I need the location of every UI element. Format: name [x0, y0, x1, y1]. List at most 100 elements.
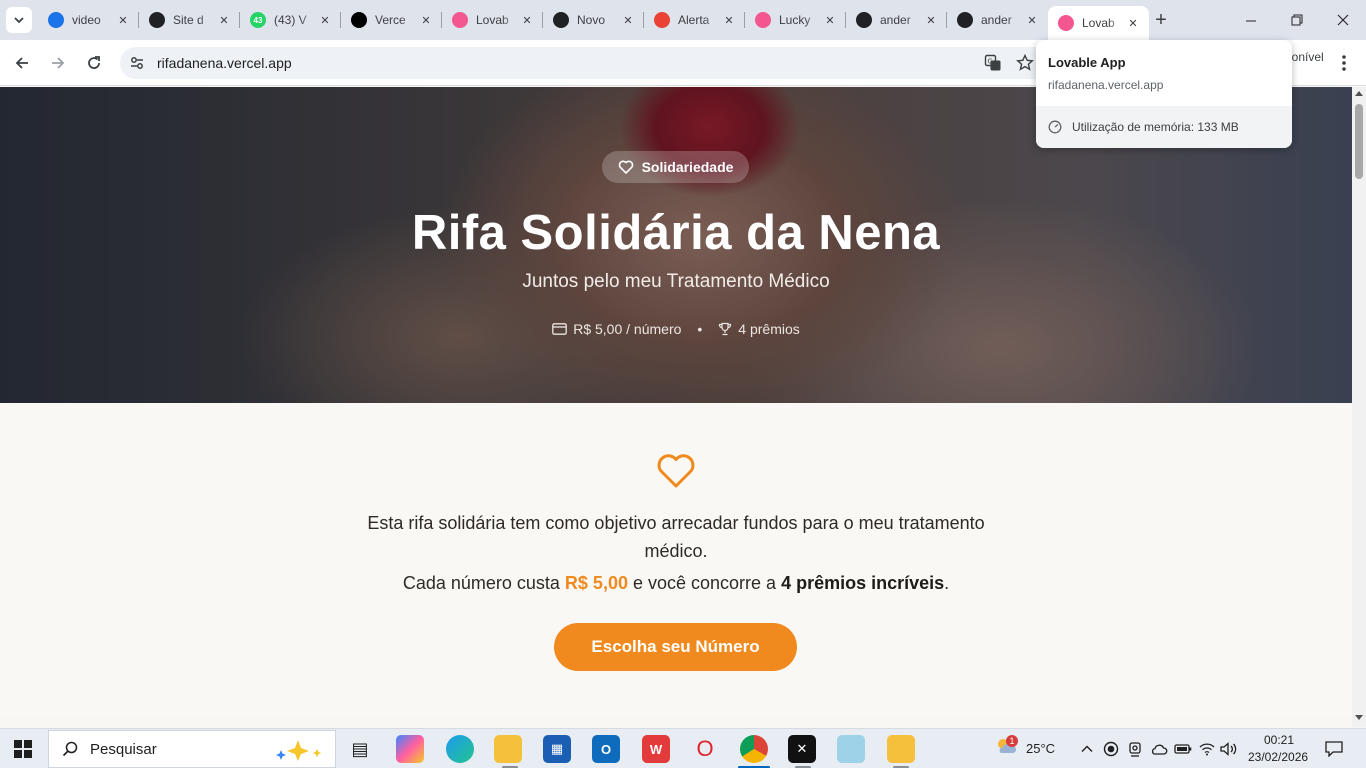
- tab-title: Verce: [375, 13, 406, 27]
- close-tab-icon[interactable]: ✕: [519, 12, 535, 28]
- volume-icon[interactable]: [1220, 740, 1238, 758]
- edge-icon[interactable]: [446, 735, 474, 763]
- translate-icon[interactable]: G: [984, 54, 1002, 72]
- search-icon: [62, 741, 78, 757]
- scroll-down-arrow-icon[interactable]: [1355, 715, 1363, 720]
- tab-title: Alerta: [678, 13, 710, 27]
- close-icon: [1337, 14, 1349, 26]
- taskbar-search[interactable]: Pesquisar: [48, 730, 336, 768]
- minimize-button[interactable]: [1228, 0, 1274, 40]
- copilot-icon[interactable]: [396, 735, 424, 763]
- tab-hover-card: Lovable App rifadanena.vercel.app Utiliz…: [1036, 40, 1292, 148]
- browser-menu-button[interactable]: [1334, 50, 1354, 76]
- page-title: Rifa Solidária da Nena: [411, 206, 941, 260]
- tab-search-button[interactable]: [6, 7, 32, 33]
- chevron-down-icon: [14, 17, 24, 24]
- scroll-thumb[interactable]: [1355, 104, 1363, 179]
- browser-tab[interactable]: Lovab ✕: [1048, 6, 1149, 40]
- browser-tab[interactable]: Verce ✕: [341, 6, 442, 34]
- close-tab-icon[interactable]: ✕: [418, 12, 434, 28]
- clock-time[interactable]: 00:21: [1264, 733, 1294, 747]
- folder-app-icon[interactable]: [887, 735, 915, 763]
- heart-outline-icon: [618, 160, 633, 174]
- chrome-icon[interactable]: [740, 735, 768, 763]
- tab-title: (43) V: [274, 13, 307, 27]
- intro-price-value: R$ 5,00: [564, 573, 628, 593]
- close-tab-icon[interactable]: ✕: [923, 12, 939, 28]
- close-tab-icon[interactable]: ✕: [721, 12, 737, 28]
- bookmark-star-icon[interactable]: [1016, 54, 1034, 72]
- record-icon[interactable]: [1102, 740, 1120, 758]
- restore-icon: [1291, 14, 1303, 26]
- more-vertical-icon: [1342, 55, 1346, 71]
- page-scrollbar[interactable]: [1352, 87, 1366, 727]
- arrow-left-icon: [15, 57, 28, 69]
- solidarity-badge: Solidariedade: [602, 151, 749, 183]
- browser-tab[interactable]: video ✕: [38, 6, 139, 34]
- browser-tab[interactable]: Site d ✕: [139, 6, 240, 34]
- address-bar[interactable]: rifadanena.vercel.app G: [120, 47, 1050, 79]
- webcam-icon[interactable]: [1126, 740, 1144, 758]
- chatgpt-icon: [149, 12, 165, 28]
- intro-description: Esta rifa solidária tem como objetivo ar…: [367, 513, 985, 561]
- hover-card-title: Lovable App: [1048, 55, 1126, 70]
- tab-title: Lovab: [1082, 16, 1115, 30]
- browser-tab[interactable]: Lovab ✕: [442, 6, 543, 34]
- github-icon: [856, 12, 872, 28]
- back-button[interactable]: [8, 49, 36, 77]
- close-tab-icon[interactable]: ✕: [317, 12, 333, 28]
- restore-button[interactable]: [1274, 0, 1320, 40]
- tab-strip: video ✕ Site d ✕ 43 (43) V ✕ Verce ✕ Lovab ✕ Novo ✕ A…: [0, 0, 1366, 40]
- url-text[interactable]: rifadanena.vercel.app: [157, 55, 292, 71]
- close-tab-icon[interactable]: ✕: [1125, 15, 1141, 31]
- browser-tab[interactable]: ander ✕: [947, 6, 1048, 34]
- browser-tab[interactable]: 43 (43) V ✕: [240, 6, 341, 34]
- close-tab-icon[interactable]: ✕: [1024, 12, 1040, 28]
- site-settings-icon[interactable]: [128, 54, 146, 72]
- browser-tab[interactable]: Alerta ✕: [644, 6, 745, 34]
- weather-temperature[interactable]: 25°C: [1026, 741, 1055, 756]
- hover-card-memory: Utilização de memória: 133 MB: [1072, 120, 1239, 134]
- file-explorer-icon[interactable]: [494, 735, 522, 763]
- opera-icon[interactable]: O: [691, 735, 719, 763]
- price-text: R$ 5,00 / número: [573, 321, 682, 337]
- windows-start-icon[interactable]: [14, 740, 32, 758]
- close-tab-icon[interactable]: ✕: [822, 12, 838, 28]
- wifi-icon[interactable]: [1198, 740, 1216, 758]
- notifications-icon[interactable]: [1324, 740, 1344, 758]
- tab-title: Lucky: [779, 13, 811, 27]
- outlook-icon[interactable]: O: [592, 735, 620, 763]
- choose-number-button[interactable]: Escolha seu Número: [554, 623, 797, 671]
- arrow-right-icon: [52, 57, 65, 69]
- lovable-icon: [1058, 15, 1074, 31]
- forward-button[interactable]: [44, 49, 72, 77]
- close-window-button[interactable]: [1320, 0, 1366, 40]
- browser-tab[interactable]: Novo ✕: [543, 6, 644, 34]
- close-tab-icon[interactable]: ✕: [216, 12, 232, 28]
- prizes-info: 4 prêmios: [718, 321, 800, 337]
- microsoft-store-icon[interactable]: ▦: [543, 735, 571, 763]
- lovable-icon: [452, 12, 468, 28]
- notepad-icon[interactable]: [837, 735, 865, 763]
- close-tab-icon[interactable]: ✕: [620, 12, 636, 28]
- reload-button[interactable]: [80, 49, 108, 77]
- browser-tab[interactable]: Lucky ✕: [745, 6, 846, 34]
- scroll-up-arrow-icon[interactable]: [1355, 91, 1363, 96]
- tab-title: ander: [880, 13, 911, 27]
- chevron-up-icon[interactable]: [1078, 740, 1096, 758]
- tab-title: Novo: [577, 13, 606, 27]
- copilot-sparkle-icon: [276, 740, 322, 761]
- capcut-icon[interactable]: ✕: [788, 735, 816, 763]
- onedrive-cloud-icon[interactable]: [1150, 740, 1168, 758]
- meta-separator: •: [697, 321, 703, 337]
- search-label: Pesquisar: [90, 740, 157, 758]
- intro-price-prizes: 4 prêmios incríveis: [781, 573, 945, 593]
- browser-tab[interactable]: ander ✕: [846, 6, 947, 34]
- task-view-icon[interactable]: ▤: [346, 735, 374, 763]
- clock-date[interactable]: 23/02/2026: [1248, 750, 1308, 764]
- new-tab-button[interactable]: +: [1149, 8, 1173, 32]
- close-tab-icon[interactable]: ✕: [115, 12, 131, 28]
- minimize-icon: [1245, 20, 1256, 21]
- battery-icon[interactable]: [1174, 740, 1192, 758]
- wps-office-icon[interactable]: W: [642, 735, 670, 763]
